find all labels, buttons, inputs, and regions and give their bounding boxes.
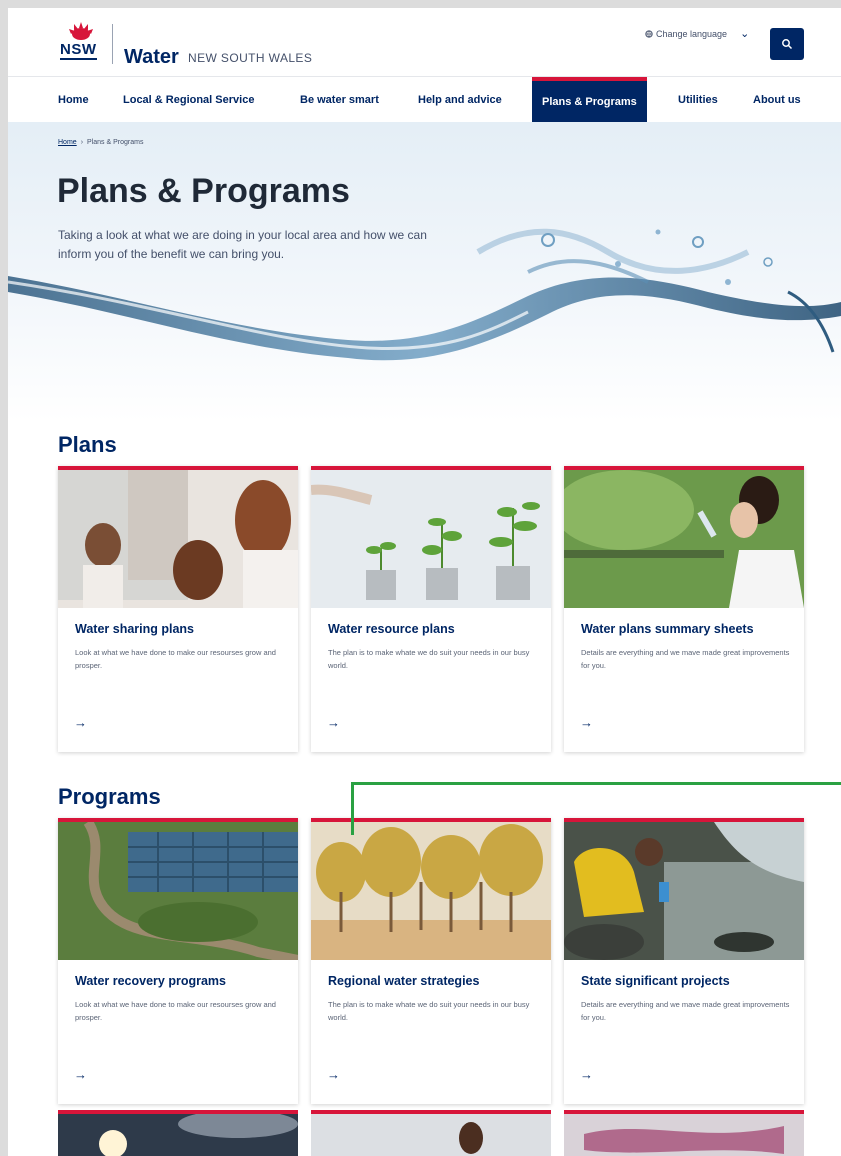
hero-banner: Home › Plans & Programs Plans & Programs… (8, 122, 841, 422)
highlight-annotation (351, 782, 841, 835)
nav-help-and-advice[interactable]: Help and advice (418, 77, 502, 123)
page-description: Taking a look at what we are doing in yo… (58, 228, 427, 261)
arrow-right-icon[interactable]: → (580, 1067, 593, 1082)
search-icon (782, 39, 793, 50)
card-regional-water-strategies[interactable]: Regional water strategies The plan is to… (311, 818, 551, 1104)
water-splash-image (8, 228, 841, 361)
nav-home[interactable]: Home (58, 77, 89, 123)
card-description: The plan is to make whate we do suit you… (328, 648, 530, 670)
card-title: Water recovery programs (75, 974, 226, 988)
brand-subtitle: NEW SOUTH WALES (188, 51, 313, 65)
search-button[interactable] (770, 28, 804, 60)
breadcrumb-current: Plans & Programs (87, 139, 144, 146)
arrow-right-icon[interactable]: → (327, 715, 340, 730)
arrow-right-icon[interactable]: → (580, 715, 593, 730)
arrow-right-icon[interactable]: → (327, 1067, 340, 1082)
brand-name[interactable]: Water (124, 46, 179, 69)
breadcrumb: Home › Plans & Programs (58, 139, 143, 146)
page-title: Plans & Programs (57, 172, 350, 210)
card-title: State significant projects (581, 974, 730, 988)
main-nav: Home Local & Regional Service Be water s… (8, 76, 841, 123)
person-portrait-image (311, 1114, 551, 1156)
programs-heading: Programs (58, 784, 161, 809)
arrow-right-icon[interactable]: → (74, 715, 87, 730)
flooded-trees-image (311, 822, 551, 960)
nav-utilities[interactable]: Utilities (678, 77, 718, 123)
card-image (564, 822, 804, 960)
card-partial-1[interactable] (58, 1110, 298, 1156)
site-header: NSW Water NEW SOUTH WALES Change languag… (8, 8, 841, 76)
change-language-button[interactable]: Change language ⌄ (645, 27, 749, 40)
card-image (564, 470, 804, 608)
card-description: Look at what we have done to make our re… (75, 1000, 276, 1022)
woman-drinking-water-image (564, 470, 804, 608)
river-aerial-image (58, 822, 298, 960)
waratah-icon (69, 22, 93, 40)
card-partial-3[interactable] (564, 1110, 804, 1156)
card-image (58, 822, 298, 960)
globe-icon (645, 29, 653, 38)
logo-divider (112, 24, 113, 64)
breadcrumb-separator: › (80, 139, 84, 146)
nav-local-regional-service[interactable]: Local & Regional Service (123, 77, 254, 123)
water-testing-stream-image (564, 822, 804, 960)
card-title: Regional water strategies (328, 974, 480, 988)
sunset-clouds-image (58, 1114, 298, 1156)
card-title: Water plans summary sheets (581, 622, 754, 636)
mother-daughter-mirror-image (58, 470, 298, 608)
card-image (311, 470, 551, 608)
card-description: Details are everything and we mave made … (581, 1000, 790, 1022)
card-water-plans-summary-sheets[interactable]: Water plans summary sheets Details are e… (564, 466, 804, 752)
card-water-resource-plans[interactable]: Water resource plans The plan is to make… (311, 466, 551, 752)
nsw-wordmark: NSW (60, 41, 97, 60)
card-title: Water sharing plans (75, 622, 195, 636)
card-water-recovery-programs[interactable]: Water recovery programs Look at what we … (58, 818, 298, 1104)
change-language-label: Change language (656, 28, 728, 39)
card-title: Water resource plans (328, 622, 455, 636)
breadcrumb-home-link[interactable]: Home (58, 139, 77, 146)
card-image (311, 822, 551, 960)
card-description: Details are everything and we mave made … (581, 648, 790, 670)
plans-heading: Plans (58, 432, 117, 457)
card-state-significant-projects[interactable]: State significant projects Details are e… (564, 818, 804, 1104)
card-partial-2[interactable] (311, 1110, 551, 1156)
card-description: The plan is to make whate we do suit you… (328, 1000, 530, 1022)
nav-about-us[interactable]: About us (753, 77, 801, 123)
card-description: Look at what we have done to make our re… (75, 648, 276, 670)
arrow-right-icon[interactable]: → (74, 1067, 87, 1082)
page: NSW Water NEW SOUTH WALES Change languag… (8, 8, 841, 1156)
nav-plans-programs[interactable]: Plans & Programs (532, 77, 647, 123)
chevron-down-icon: ⌄ (740, 28, 750, 40)
pink-splash-image (564, 1114, 804, 1156)
card-image (58, 470, 298, 608)
seedlings-watering-image (311, 470, 551, 608)
nav-be-water-smart[interactable]: Be water smart (300, 77, 379, 123)
card-water-sharing-plans[interactable]: Water sharing plans Look at what we have… (58, 466, 298, 752)
nsw-logo[interactable]: NSW (58, 20, 104, 72)
